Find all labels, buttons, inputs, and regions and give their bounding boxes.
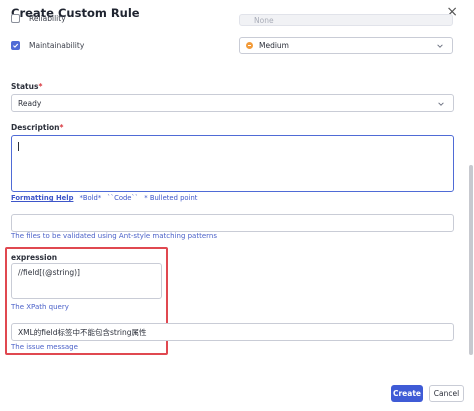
cancel-button[interactable]: Cancel: [429, 385, 464, 402]
status-label: Status*: [11, 82, 43, 91]
chevron-down-icon: [438, 102, 444, 106]
reliability-label: Reliability: [29, 14, 66, 23]
formatting-help-code: ``Code``: [107, 194, 139, 202]
message-value: XML的field标签中不能包含string属性: [18, 327, 147, 337]
expression-label: expression: [11, 253, 58, 262]
status-select[interactable]: Ready: [11, 94, 454, 112]
description-textarea[interactable]: [11, 135, 454, 192]
reliability-severity-select[interactable]: None: [239, 14, 453, 26]
maintainability-severity-select[interactable]: Medium: [239, 37, 453, 54]
scrollbar[interactable]: [469, 165, 473, 355]
message-input[interactable]: XML的field标签中不能包含string属性: [11, 323, 454, 341]
maintainability-severity-value: Medium: [259, 41, 289, 50]
create-button[interactable]: Create: [391, 385, 423, 402]
reliability-checkbox[interactable]: [11, 14, 20, 23]
quality-row-reliability: Reliability: [11, 14, 66, 23]
expression-textarea[interactable]: //field[(@string)]: [11, 263, 162, 299]
maintainability-checkbox[interactable]: [11, 41, 20, 50]
expression-hint: The XPath query: [11, 303, 69, 311]
message-hint: The issue message: [11, 343, 78, 351]
formatting-help-link[interactable]: Formatting Help: [11, 194, 73, 202]
maintainability-label: Maintainability: [29, 41, 85, 50]
formatting-help-bullet: * Bulleted point: [144, 194, 198, 202]
create-custom-rule-dialog: Create Custom Rule × Reliability None Ma…: [0, 0, 474, 411]
path-patterns-input[interactable]: [11, 214, 454, 232]
status-value: Ready: [18, 98, 42, 108]
text-caret: [18, 142, 19, 151]
path-patterns-hint: The files to be validated using Ant-styl…: [11, 232, 217, 240]
quality-row-maintainability: Maintainability: [11, 41, 84, 50]
formatting-help: Formatting Help *Bold* ``Code`` * Bullet…: [11, 194, 197, 202]
chevron-down-icon: [437, 44, 443, 48]
description-label: Description*: [11, 123, 64, 132]
formatting-help-bold: *Bold*: [79, 194, 102, 202]
severity-medium-icon: [246, 42, 253, 49]
reliability-severity-value: None: [254, 15, 274, 25]
expression-value: //field[(@string)]: [18, 268, 80, 277]
check-icon: [13, 43, 19, 48]
